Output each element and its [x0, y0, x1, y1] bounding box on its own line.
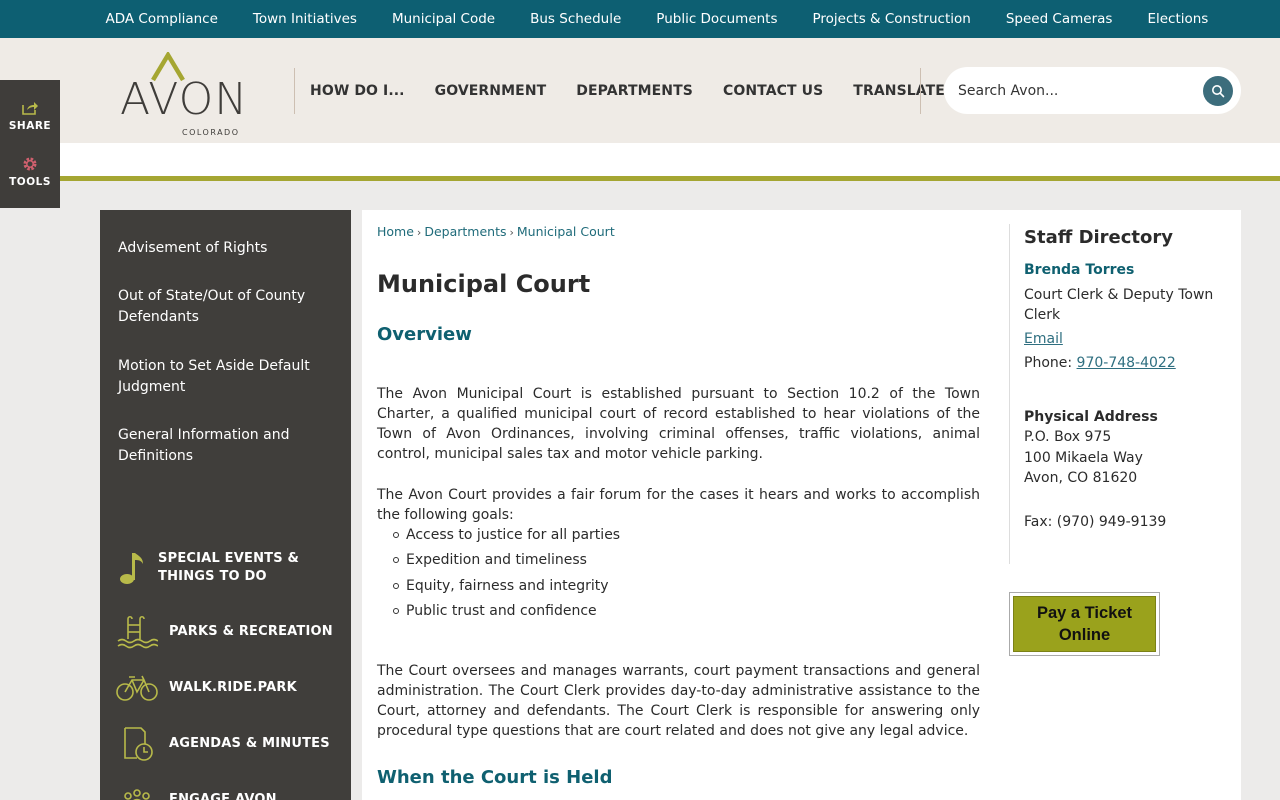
nav-divider-right [920, 68, 921, 114]
header-spacer [60, 143, 1280, 176]
quick-link-walk-ride-park[interactable]: WALK.RIDE.PARK [116, 668, 346, 708]
staff-name[interactable]: Brenda Torres [1024, 262, 1134, 278]
utility-link-bus-schedule[interactable]: Bus Schedule [513, 11, 639, 27]
people-icon [116, 780, 158, 800]
quick-link-special-events[interactable]: SPECIAL EVENTS & THINGS TO DO [116, 548, 346, 588]
nav-how-do-i[interactable]: HOW DO I... [310, 83, 405, 99]
phone-label: Phone: [1024, 355, 1073, 371]
logo-wordmark: AVON [120, 74, 249, 125]
utility-bar: ADA Compliance Town Initiatives Municipa… [0, 0, 1280, 38]
pay-ticket-button[interactable]: Pay a Ticket Online [1009, 592, 1160, 656]
staff-email-link[interactable]: Email [1024, 331, 1063, 347]
avon-logo[interactable]: AVON COLORADO [118, 52, 258, 137]
overview-heading: Overview [377, 324, 472, 345]
breadcrumb-departments[interactable]: Departments [424, 224, 506, 239]
side-link-out-of-state[interactable]: Out of State/Out of County Defendants [118, 286, 338, 327]
utility-link-projects[interactable]: Projects & Construction [795, 11, 988, 27]
share-label: SHARE [8, 120, 52, 132]
utility-link-ada[interactable]: ADA Compliance [88, 11, 235, 27]
nav-departments[interactable]: DEPARTMENTS [576, 83, 693, 99]
fax-number: Fax: (970) 949-9139 [1024, 514, 1167, 530]
nav-government[interactable]: GOVERNMENT [435, 83, 547, 99]
music-note-icon [116, 548, 147, 588]
court-held-heading: When the Court is Held [377, 767, 613, 788]
court-duties-paragraph: The Court oversees and manages warrants,… [377, 663, 980, 739]
column-divider [1009, 224, 1010, 564]
accent-divider [60, 176, 1280, 181]
side-link-motion[interactable]: Motion to Set Aside Default Judgment [118, 356, 338, 397]
search-input[interactable] [958, 67, 1198, 114]
breadcrumb-separator: › [509, 226, 514, 239]
quick-link-label: WALK.RIDE.PARK [169, 680, 297, 695]
address-line: Avon, CO 81620 [1024, 470, 1138, 486]
utility-link-municipal-code[interactable]: Municipal Code [374, 11, 512, 27]
staff-phone-link[interactable]: 970-748-4022 [1077, 355, 1176, 371]
gear-icon [23, 157, 37, 171]
tools-label: TOOLS [9, 176, 51, 188]
goals-list: Access to justice for all parties Expedi… [392, 525, 620, 626]
nav-divider-left [294, 68, 295, 114]
quick-link-label: AGENDAS & MINUTES [169, 736, 330, 751]
main-nav: HOW DO I... GOVERNMENT DEPARTMENTS CONTA… [310, 38, 945, 143]
list-item: Access to justice for all parties [392, 525, 620, 550]
breadcrumb-separator: › [416, 226, 422, 239]
staff-phone-row: Phone: 970-748-4022 [1024, 353, 1234, 373]
staff-email-row: Email [1024, 329, 1234, 349]
page-title: Municipal Court [377, 270, 591, 298]
quick-link-label: SPECIAL EVENTS & THINGS TO DO [158, 551, 300, 584]
pool-icon [116, 612, 158, 652]
left-sidebar: Advisement of Rights Out of State/Out of… [100, 210, 351, 800]
document-clock-icon [116, 724, 158, 764]
breadcrumb-home[interactable]: Home [377, 224, 414, 239]
address-line: 100 Mikaela Way [1024, 450, 1143, 466]
search-box [944, 67, 1241, 114]
share-icon [22, 102, 38, 115]
bicycle-icon [116, 668, 158, 708]
goals-paragraph: The Avon Court provides a fair forum for… [377, 487, 980, 523]
utility-link-elections[interactable]: Elections [1130, 11, 1226, 27]
intro-paragraph: The Avon Municipal Court is established … [377, 386, 980, 462]
utility-link-public-documents[interactable]: Public Documents [639, 11, 795, 27]
breadcrumb: Home › Departments › Municipal Court [377, 224, 615, 239]
search-icon [1212, 85, 1225, 98]
quick-link-parks[interactable]: PARKS & RECREATION [116, 612, 346, 652]
logo-subtitle: COLORADO [182, 128, 240, 137]
tools-button[interactable]: TOOLS [0, 156, 60, 188]
side-link-advisement[interactable]: Advisement of Rights [118, 238, 338, 259]
breadcrumb-current[interactable]: Municipal Court [517, 224, 615, 239]
list-item: Expedition and timeliness [392, 550, 620, 575]
address-line: P.O. Box 975 [1024, 429, 1112, 445]
nav-contact-us[interactable]: CONTACT US [723, 83, 823, 99]
quick-link-label: ENGAGE AVON [169, 792, 277, 800]
utility-link-initiatives[interactable]: Town Initiatives [235, 11, 374, 27]
share-button[interactable]: SHARE [0, 100, 60, 132]
list-item: Equity, fairness and integrity [392, 576, 620, 601]
quick-link-engage[interactable]: ENGAGE AVON [116, 780, 346, 800]
side-link-general-info[interactable]: General Information and Definitions [118, 425, 338, 466]
quick-link-agendas[interactable]: AGENDAS & MINUTES [116, 724, 346, 764]
staff-role: Court Clerk & Deputy Town Clerk [1024, 287, 1214, 323]
address-heading: Physical Address [1024, 409, 1158, 425]
staff-directory-title: Staff Directory [1024, 227, 1174, 248]
site-header: AVON COLORADO HOW DO I... GOVERNMENT DEP… [0, 38, 1280, 143]
pay-ticket-label: Pay a Ticket Online [1013, 596, 1156, 652]
main-content: Home › Departments › Municipal Court Municip… [362, 210, 1241, 800]
search-button[interactable] [1203, 76, 1233, 106]
list-item: Public trust and confidence [392, 601, 620, 626]
nav-translate[interactable]: TRANSLATE [853, 83, 945, 99]
side-tools-panel: SHARE TOOLS [0, 80, 60, 208]
quick-link-label: PARKS & RECREATION [169, 624, 333, 639]
utility-nav: ADA Compliance Town Initiatives Municipa… [88, 0, 1226, 38]
utility-link-speed-cameras[interactable]: Speed Cameras [988, 11, 1130, 27]
